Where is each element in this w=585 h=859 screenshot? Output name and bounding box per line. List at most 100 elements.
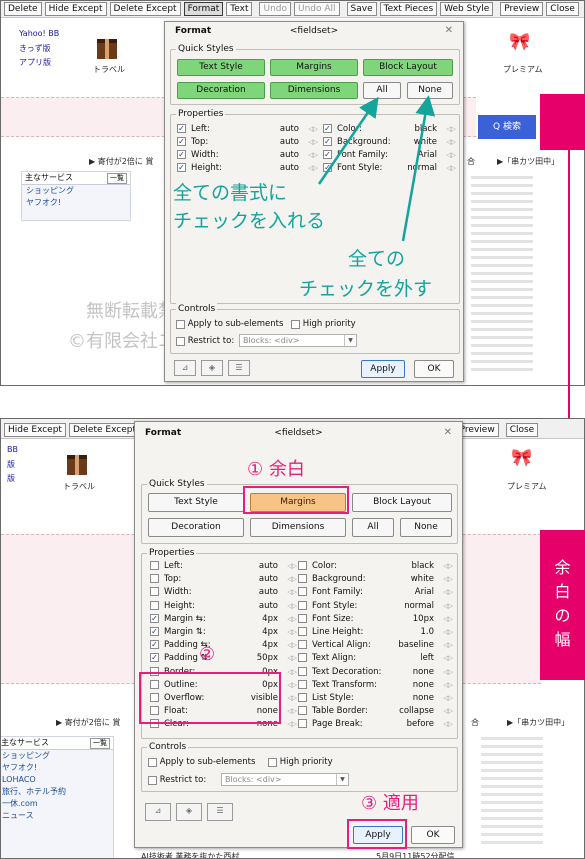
property-checkbox[interactable]	[298, 666, 307, 676]
stepper-arrows-icon[interactable]: ◁▷	[287, 586, 297, 598]
high-priority-checkbox-b[interactable]: High priority	[268, 756, 333, 768]
property-checkbox[interactable]: ✓	[150, 653, 159, 663]
bb-link[interactable]: BB	[7, 445, 18, 454]
suitcase-icon[interactable]	[67, 455, 87, 475]
property-checkbox[interactable]	[298, 693, 307, 702]
sidebar-item[interactable]: ニュース	[1, 810, 113, 822]
property-checkbox[interactable]: ✓	[150, 613, 159, 623]
stepper-arrows-icon[interactable]: ◁▷	[443, 639, 453, 651]
property-checkbox[interactable]	[298, 627, 307, 636]
toolbar-delete-except-button[interactable]: Delete Except	[68, 422, 140, 437]
property-row[interactable]: Font Style: normal ◁▷	[298, 600, 454, 612]
stepper-arrows-icon[interactable]: ◁▷	[443, 679, 453, 691]
kids-link-b[interactable]: 版	[7, 459, 15, 470]
property-row[interactable]: ✓ Margin ⇆: 4px ◁▷	[150, 613, 298, 625]
stepper-arrows-icon[interactable]: ◁▷	[443, 692, 453, 704]
app-link-b[interactable]: 版	[7, 473, 15, 484]
stepper-arrows-icon[interactable]: ◁▷	[287, 718, 297, 730]
up-arrow-icon[interactable]: ⊿	[145, 803, 171, 821]
ok-button-b[interactable]: OK	[411, 826, 455, 844]
toolbar-hide-except-button[interactable]: Hide Except	[4, 422, 66, 437]
property-checkbox[interactable]: ✓	[150, 640, 159, 650]
bottom-article-text[interactable]: AI技術者 業務を抜かた西村	[141, 851, 239, 858]
sidebar-item[interactable]: LOHACO	[1, 774, 113, 786]
property-checkbox[interactable]	[298, 587, 307, 597]
property-row[interactable]: ✓ Margin ⇅: 4px ◁▷	[150, 626, 298, 638]
none-button-b[interactable]: None	[400, 518, 452, 537]
property-row[interactable]: Text Align: left ◁▷	[298, 652, 454, 664]
property-checkbox[interactable]	[298, 640, 307, 650]
restrict-select-b[interactable]: Blocks: <div> ▼	[221, 773, 349, 786]
sidebar-list-button-b[interactable]: 一覧	[90, 738, 110, 749]
property-row[interactable]: Text Decoration: none ◁▷	[298, 666, 454, 678]
property-row[interactable]: List Style: none ◁▷	[298, 692, 454, 704]
stepper-arrows-icon[interactable]: ◁▷	[287, 639, 297, 651]
property-row[interactable]: Background: white ◁▷	[298, 573, 454, 585]
property-checkbox[interactable]	[150, 587, 159, 597]
stepper-arrows-icon[interactable]: ◁▷	[443, 560, 453, 572]
property-checkbox[interactable]	[298, 561, 307, 570]
property-checkbox[interactable]	[150, 600, 159, 610]
property-row[interactable]: ✓ Padding ⇆: 4px ◁▷	[150, 639, 298, 651]
stepper-arrows-icon[interactable]: ◁▷	[443, 613, 453, 625]
list-icon[interactable]: ☰	[207, 803, 233, 821]
stepper-arrows-icon[interactable]: ◁▷	[287, 613, 297, 625]
property-row[interactable]: ✓ Padding ⇅: 50px ◁▷	[150, 652, 298, 664]
property-checkbox[interactable]	[298, 679, 307, 689]
block-layout-button-b[interactable]: Block Layout	[352, 493, 452, 512]
property-checkbox[interactable]	[298, 653, 307, 663]
property-checkbox[interactable]	[298, 719, 307, 729]
sidebar-item[interactable]: ヤフオク!	[1, 762, 113, 774]
property-row[interactable]: Font Family: Arial ◁▷	[298, 586, 454, 598]
dimensions-button-b[interactable]: Dimensions	[250, 518, 346, 537]
stepper-arrows-icon[interactable]: ◁▷	[443, 586, 453, 598]
property-row[interactable]: Table Border: collapse ◁▷	[298, 705, 454, 717]
property-checkbox[interactable]	[150, 574, 159, 584]
property-row[interactable]: Text Transform: none ◁▷	[298, 679, 454, 691]
property-row[interactable]: Width: auto ◁▷	[150, 586, 298, 598]
property-row[interactable]: Line Height: 1.0 ◁▷	[298, 626, 454, 638]
property-row[interactable]: Vertical Align: baseline ◁▷	[298, 639, 454, 651]
stepper-arrows-icon[interactable]: ◁▷	[287, 705, 297, 717]
stepper-arrows-icon[interactable]: ◁▷	[287, 652, 297, 664]
property-checkbox[interactable]: ✓	[150, 627, 159, 636]
property-row[interactable]: Font Size: 10px ◁▷	[298, 613, 454, 625]
property-checkbox[interactable]	[150, 561, 159, 570]
all-button-b[interactable]: All	[352, 518, 394, 537]
close-icon[interactable]: ✕	[444, 422, 452, 444]
stepper-arrows-icon[interactable]: ◁▷	[443, 718, 453, 730]
stepper-arrows-icon[interactable]: ◁▷	[443, 666, 453, 678]
stepper-arrows-icon[interactable]: ◁▷	[443, 626, 453, 638]
center-icon[interactable]: ◈	[176, 803, 202, 821]
property-row[interactable]: Color: black ◁▷	[298, 560, 454, 572]
stepper-arrows-icon[interactable]: ◁▷	[287, 679, 297, 691]
stepper-arrows-icon[interactable]: ◁▷	[287, 560, 297, 572]
ribbon-icon[interactable]: 🎀	[511, 449, 533, 467]
property-checkbox[interactable]	[298, 613, 307, 623]
stepper-arrows-icon[interactable]: ◁▷	[443, 652, 453, 664]
stepper-arrows-icon[interactable]: ◁▷	[287, 600, 297, 612]
decoration-button-b[interactable]: Decoration	[148, 518, 244, 537]
stepper-arrows-icon[interactable]: ◁▷	[287, 626, 297, 638]
travel-label-b[interactable]: トラベル	[63, 481, 95, 492]
text-style-button-b[interactable]: Text Style	[148, 493, 244, 512]
property-checkbox[interactable]	[298, 574, 307, 584]
stepper-arrows-icon[interactable]: ◁▷	[443, 705, 453, 717]
kifu-text-b[interactable]: ▶ 寄付が2倍に 賞	[56, 717, 120, 728]
toolbar-close-button[interactable]: Close	[505, 422, 539, 437]
premium-label-b[interactable]: プレミアム	[507, 481, 546, 492]
stepper-arrows-icon[interactable]: ◁▷	[443, 600, 453, 612]
sidebar-item[interactable]: 一休.com	[1, 798, 113, 810]
property-row[interactable]: Page Break: before ◁▷	[298, 718, 454, 730]
sidebar-item[interactable]: 旅行、ホテル予約	[1, 786, 113, 798]
stepper-arrows-icon[interactable]: ◁▷	[287, 573, 297, 585]
apply-sub-checkbox-b[interactable]: Apply to sub-elements	[148, 756, 255, 768]
stepper-arrows-icon[interactable]: ◁▷	[287, 692, 297, 704]
property-checkbox[interactable]	[298, 600, 307, 610]
restrict-to-checkbox-b[interactable]: Restrict to:	[148, 774, 206, 786]
sidebar-item[interactable]: ショッピング	[1, 750, 113, 762]
right-news-b-b[interactable]: ▶「串カツ田中」	[507, 717, 569, 728]
property-checkbox[interactable]	[298, 706, 307, 716]
stepper-arrows-icon[interactable]: ◁▷	[443, 573, 453, 585]
stepper-arrows-icon[interactable]: ◁▷	[287, 666, 297, 678]
